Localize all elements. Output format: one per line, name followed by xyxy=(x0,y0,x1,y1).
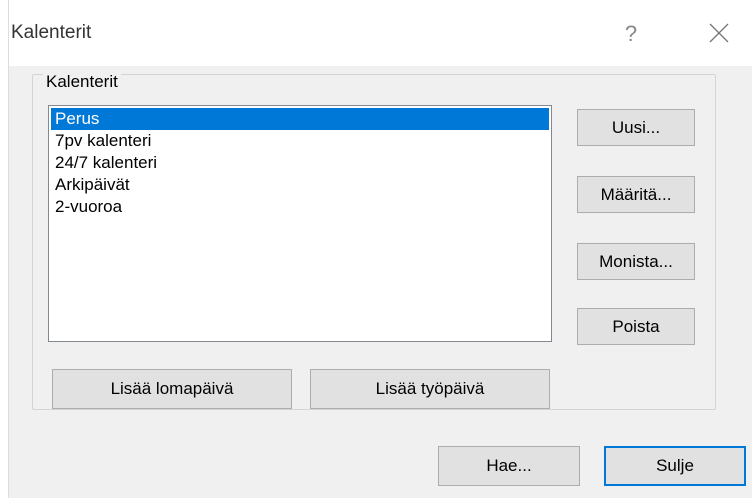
help-icon: ? xyxy=(624,21,638,46)
list-item[interactable]: 7pv kalenteri xyxy=(51,130,549,152)
add-workday-button[interactable]: Lisää työpäivä xyxy=(310,369,550,409)
close-dialog-button[interactable]: Sulje xyxy=(604,446,746,486)
close-button[interactable] xyxy=(699,14,739,54)
duplicate-button[interactable]: Monista... xyxy=(577,243,695,280)
close-icon xyxy=(709,23,729,43)
define-button[interactable]: Määritä... xyxy=(577,176,695,213)
help-button[interactable]: ? xyxy=(611,14,651,54)
list-item[interactable]: Perus xyxy=(51,108,549,130)
list-item[interactable]: 24/7 kalenteri xyxy=(51,152,549,174)
window-edge xyxy=(0,0,9,498)
add-holiday-button[interactable]: Lisää lomapäivä xyxy=(52,369,292,409)
calendar-listbox[interactable]: Perus 7pv kalenteri 24/7 kalenteri Arkip… xyxy=(48,105,552,342)
calendars-group-label: Kalenterit xyxy=(43,72,121,92)
fetch-button[interactable]: Hae... xyxy=(438,446,580,486)
window-title: Kalenterit xyxy=(11,22,92,43)
list-item[interactable]: Arkipäivät xyxy=(51,174,549,196)
delete-button[interactable]: Poista xyxy=(577,308,695,345)
new-button[interactable]: Uusi... xyxy=(577,109,695,146)
title-bar: Kalenterit ? xyxy=(9,0,752,66)
list-item[interactable]: 2-vuoroa xyxy=(51,196,549,218)
